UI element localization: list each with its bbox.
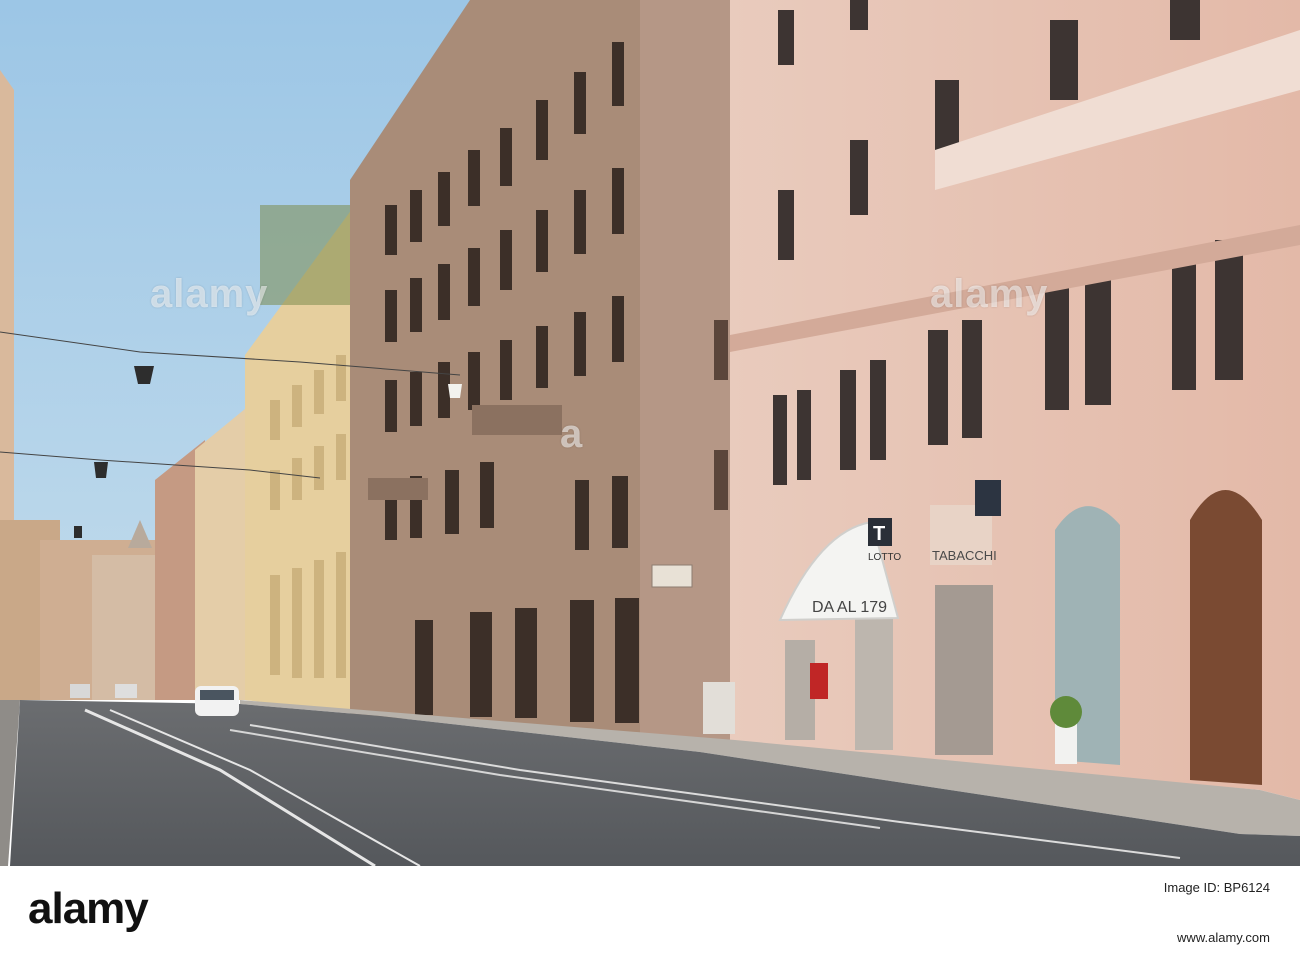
red-mailbox xyxy=(810,663,828,699)
parked-car xyxy=(703,682,735,734)
tobacco-t-sign-2 xyxy=(975,480,1001,516)
distant-car xyxy=(70,684,90,698)
arched-doorway xyxy=(1190,490,1262,785)
alamy-url: www.alamy.com xyxy=(1177,930,1270,945)
lotto-text: LOTTO xyxy=(868,552,901,563)
car-window xyxy=(200,690,234,700)
alamy-footer: alamy Image ID: BP6124 www.alamy.com xyxy=(0,866,1300,956)
balcony xyxy=(472,405,562,435)
distant-building xyxy=(92,555,157,700)
shop-shutter xyxy=(935,585,993,755)
plant xyxy=(1050,696,1082,728)
distant-car xyxy=(115,684,137,698)
image-id: Image ID: BP6124 xyxy=(1163,880,1270,895)
street-photo: DA AL 179 TABACCHI T LOTTO alamy a alamy xyxy=(0,0,1300,866)
street-name-plaque xyxy=(651,564,693,588)
alamy-logo: alamy xyxy=(28,884,149,933)
awning-text: DA AL 179 xyxy=(812,599,887,616)
roof-garden xyxy=(260,205,360,305)
balcony xyxy=(368,478,428,500)
planter xyxy=(1055,722,1077,764)
tobacco-t-letter: T xyxy=(873,523,885,545)
shop-shutter xyxy=(855,615,893,750)
tabacchi-text: TABACCHI xyxy=(932,548,997,563)
